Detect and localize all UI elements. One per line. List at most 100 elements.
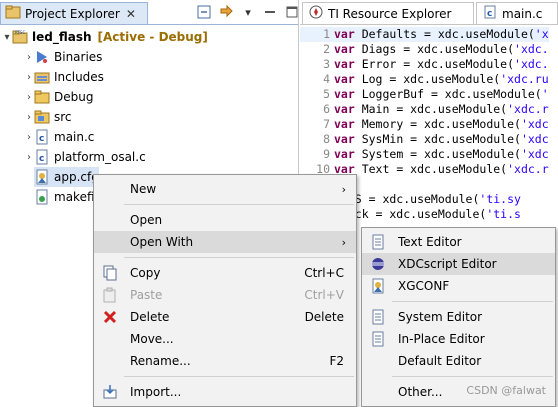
tree-item-src[interactable]: › src — [24, 107, 72, 127]
line-number: 1 — [323, 27, 330, 41]
svg-text:c: c — [487, 9, 492, 19]
link-with-editor-icon[interactable] — [218, 4, 234, 20]
menu-item-label: Copy — [130, 266, 161, 280]
code-keyword: var — [334, 72, 355, 86]
makefile-icon — [34, 189, 50, 205]
editor-tabs: TI Resource Explorer c main.c — [302, 2, 558, 24]
menu-item-label: System Editor — [398, 310, 483, 324]
code-text: System = xdc.useModule( — [354, 147, 521, 161]
delete-icon — [102, 309, 118, 325]
menu-item-delete[interactable]: Delete Delete — [94, 306, 356, 328]
menu-item-new[interactable]: New › — [94, 178, 356, 200]
menu-item-label: In-Place Editor — [398, 332, 485, 346]
menu-item-label: Delete — [130, 310, 170, 324]
tree-item-label: src — [54, 110, 72, 124]
chevron-right-icon[interactable]: › — [24, 92, 34, 103]
code-text: Text = xdc.useModule( — [354, 162, 508, 176]
menu-item-rename[interactable]: Rename... F2 — [94, 350, 356, 372]
tree-item-app-cfg[interactable]: app.cfg — [34, 167, 99, 187]
menu-item-label: Default Editor — [398, 354, 482, 368]
line-number: 4 — [323, 72, 330, 86]
tab-ti-resource-explorer[interactable]: TI Resource Explorer — [302, 2, 474, 24]
project-icon: RTSC — [12, 29, 28, 45]
c-file-icon: c — [483, 5, 497, 22]
chevron-right-icon[interactable]: › — [24, 152, 34, 163]
tab-divider — [0, 24, 298, 25]
code-keyword: var — [334, 117, 355, 131]
c-file-icon: c — [34, 129, 50, 145]
minimize-icon[interactable] — [262, 4, 278, 20]
code-line: 2 var Diags = xdc.useModule('xdc. — [300, 42, 549, 57]
chevron-right-icon[interactable]: › — [24, 112, 34, 123]
code-string: 'xdc.r — [507, 102, 549, 116]
svg-text:c: c — [39, 154, 44, 164]
menu-item-copy[interactable]: Copy Ctrl+C — [94, 262, 356, 284]
menu-item-open[interactable]: Open — [94, 209, 356, 231]
line-number: 2 — [323, 42, 330, 56]
code-keyword: var — [334, 27, 355, 41]
import-icon — [102, 384, 118, 400]
menu-item-xgconf[interactable]: XGCONF — [362, 275, 555, 297]
menu-item-open-with[interactable]: Open With › — [94, 231, 356, 253]
maximize-icon[interactable] — [284, 4, 300, 20]
code-string: 'x — [534, 27, 549, 41]
line-number: 5 — [323, 87, 330, 101]
menu-item-import[interactable]: Import... — [94, 381, 356, 403]
menu-item-label: XGCONF — [398, 279, 450, 293]
context-menu: New › Open Open With › Copy Ctrl+C Paste… — [93, 174, 357, 407]
text-file-icon — [370, 234, 386, 250]
line-number: 3 — [323, 57, 330, 71]
menu-separator — [392, 301, 553, 302]
collapse-all-icon[interactable] — [196, 4, 212, 20]
text-file-icon — [370, 331, 386, 347]
watermark: CSDN @falwat — [466, 384, 546, 397]
chevron-right-icon[interactable]: › — [24, 52, 34, 63]
code-keyword: var — [334, 102, 355, 116]
chevron-right-icon[interactable]: › — [24, 132, 34, 143]
shortcut-label: F2 — [329, 354, 344, 368]
menu-item-text-editor[interactable]: Text Editor — [362, 231, 555, 253]
chevron-down-icon[interactable]: ▾ — [2, 32, 12, 43]
tab-label: TI Resource Explorer — [328, 6, 452, 21]
code-line: 4 var Log = xdc.useModule('xdc.ru — [300, 72, 549, 87]
cfg-file-icon — [34, 169, 50, 185]
svg-text:RTSC: RTSC — [15, 30, 25, 35]
menu-item-label: Other... — [398, 385, 443, 399]
chevron-right-icon: › — [341, 235, 346, 249]
code-text: Memory = xdc.useModule( — [354, 117, 521, 131]
menu-item-system-editor[interactable]: System Editor — [362, 306, 555, 328]
code-keyword: var — [334, 132, 355, 146]
tree-item-debug[interactable]: › Debug — [24, 87, 93, 107]
chevron-right-icon[interactable]: › — [24, 72, 34, 83]
menu-item-xdcscript-editor[interactable]: XDCscript Editor — [362, 253, 555, 275]
c-file-icon: c — [34, 149, 50, 165]
code-keyword: var — [334, 87, 355, 101]
code-line: 7 var Memory = xdc.useModule('xdc — [300, 117, 549, 132]
project-status: [Active - Debug] — [97, 30, 208, 44]
project-explorer-tab[interactable]: Project Explorer ✕ — [0, 2, 148, 24]
line-number: 9 — [323, 147, 330, 161]
code-string: 'xdc — [520, 147, 549, 161]
tree-item-project[interactable]: ▾ RTSC led_flash [Active - Debug] — [2, 27, 208, 47]
ti-resource-explorer-icon — [309, 5, 323, 22]
code-string: 'ti.sy — [479, 192, 521, 206]
tree-item-platform-osal-c[interactable]: › c platform_osal.c — [24, 147, 146, 167]
close-icon[interactable]: ✕ — [126, 7, 136, 21]
view-menu-icon[interactable]: ▾ — [240, 4, 256, 20]
explorer-toolbar: ▾ — [196, 4, 300, 20]
menu-item-move[interactable]: Move... — [94, 328, 356, 350]
code-string: 'xdc — [520, 132, 549, 146]
copy-icon — [102, 265, 118, 281]
tree-item-binaries[interactable]: › Binaries — [24, 47, 102, 67]
menu-item-label: Move... — [130, 332, 174, 346]
code-text: Defaults = xdc.useModule( — [354, 27, 535, 41]
includes-icon — [34, 69, 50, 85]
tree-item-main-c[interactable]: › c main.c — [24, 127, 94, 147]
menu-item-in-place-editor[interactable]: In-Place Editor — [362, 328, 555, 350]
tree-item-label: Binaries — [54, 50, 103, 64]
menu-item-paste[interactable]: Paste Ctrl+V — [94, 284, 356, 306]
code-string: ' — [541, 87, 549, 101]
tree-item-includes[interactable]: › Includes — [24, 67, 104, 87]
tab-main-c[interactable]: c main.c — [476, 2, 558, 24]
menu-item-default-editor[interactable]: Default Editor — [362, 350, 555, 372]
